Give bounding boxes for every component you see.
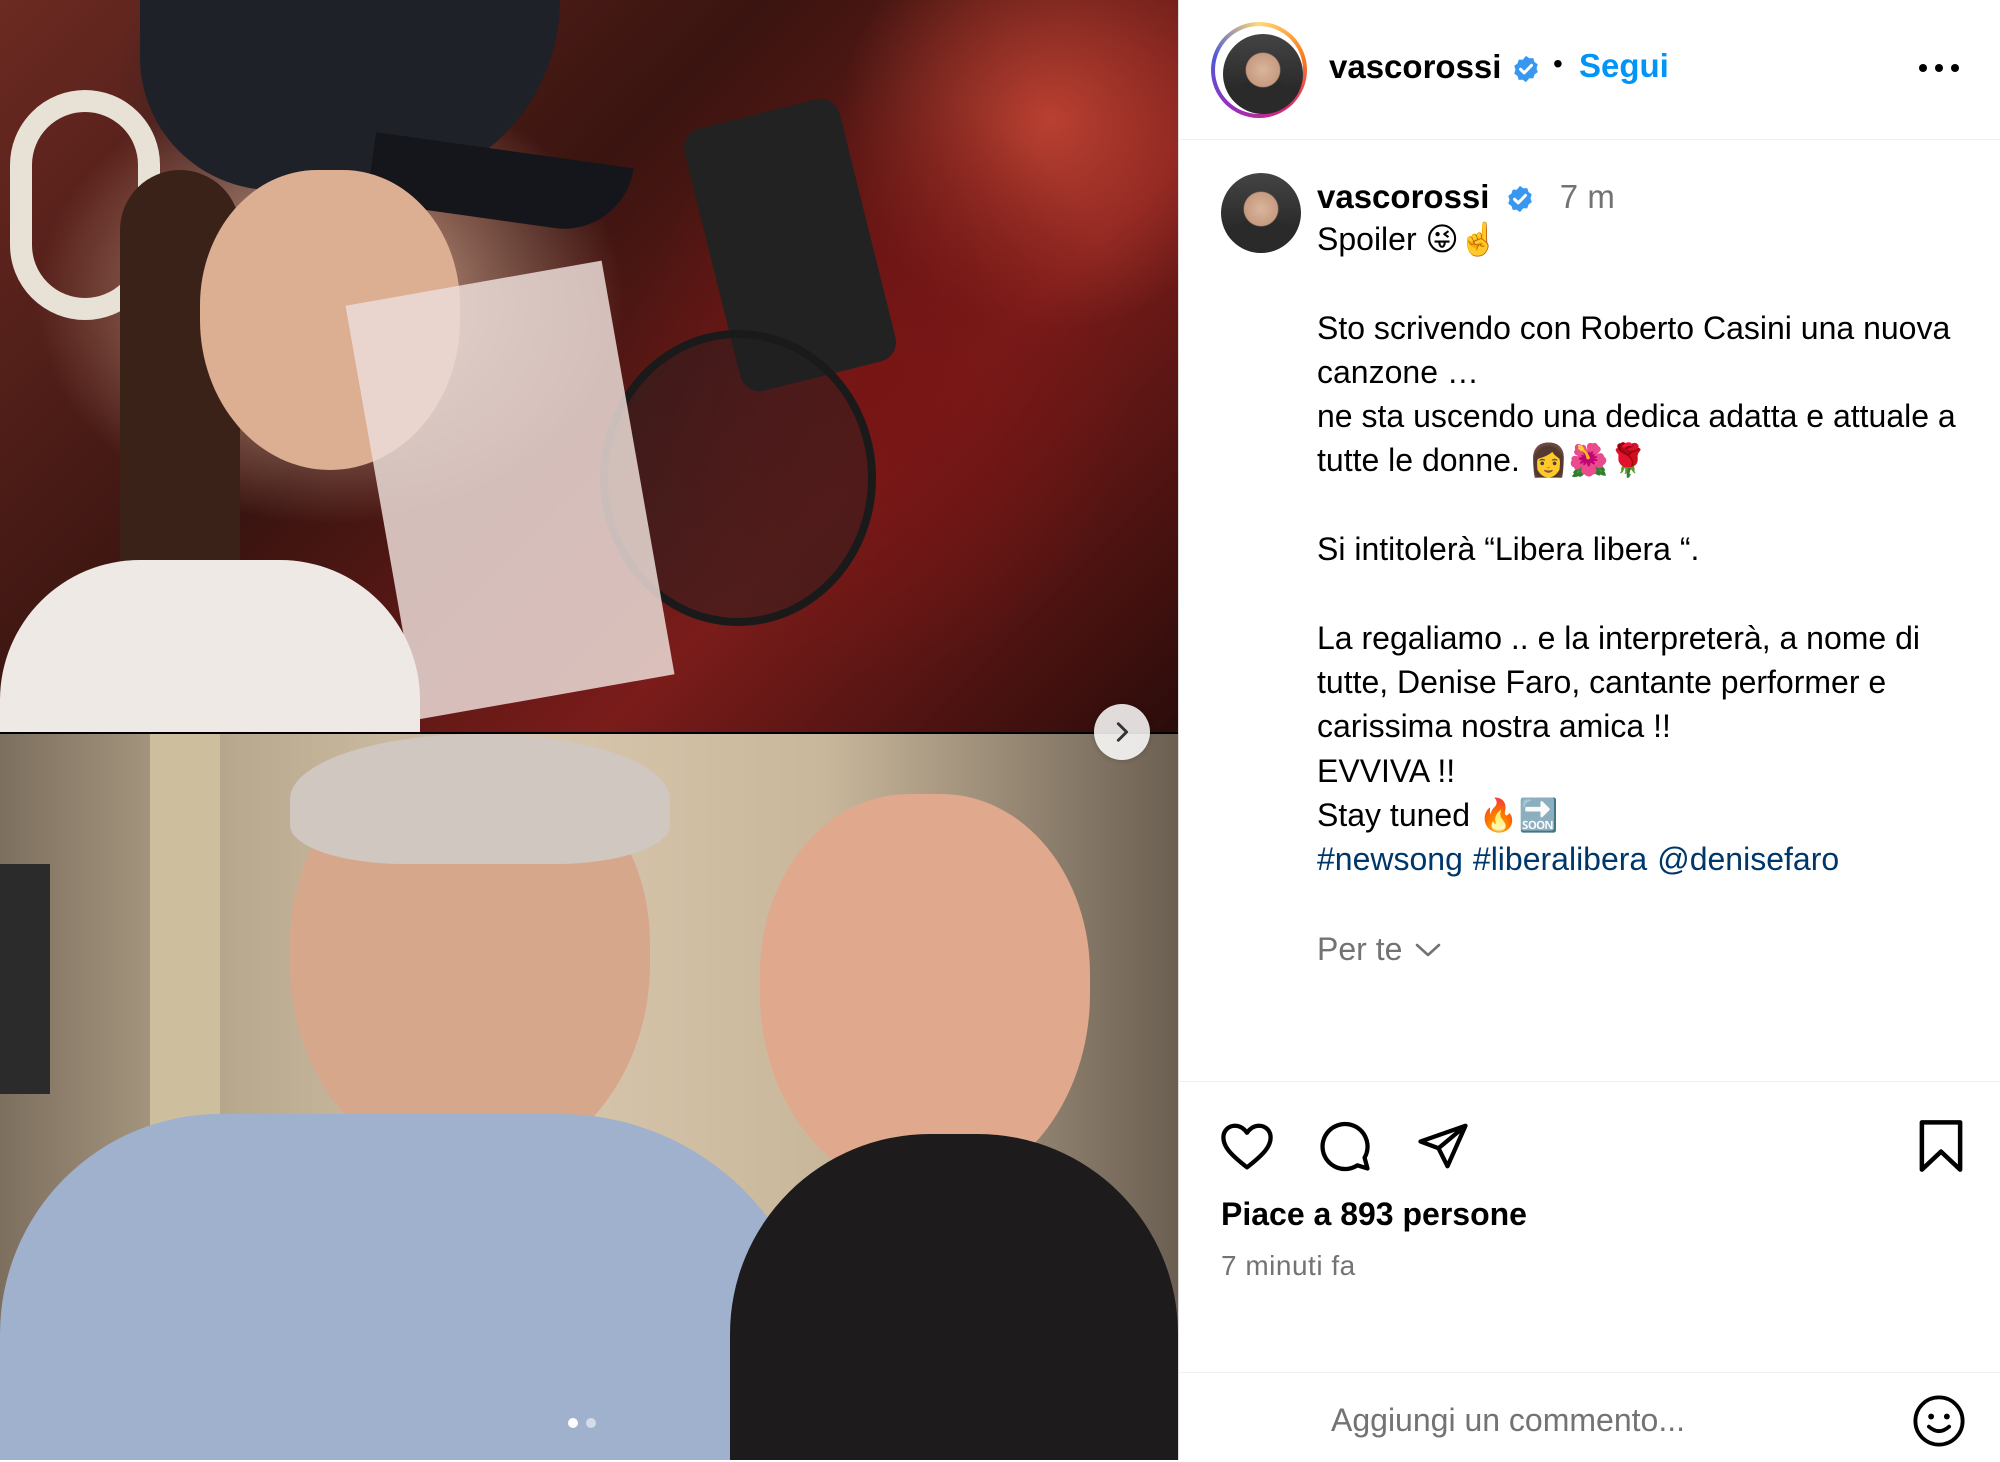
chevron-right-icon [1116, 722, 1129, 742]
story-ring[interactable] [1211, 22, 1307, 118]
see-translation-label: Per te [1317, 931, 1403, 967]
caption-section: vascorossi 7 m Spoiler 😜☝️ Sto scrivendo… [1179, 141, 2000, 1081]
heart-icon [1221, 1123, 1273, 1170]
verified-badge-icon [1513, 56, 1538, 83]
comment-icon [1320, 1121, 1370, 1172]
post-actions: Piace a 893 persone 7 minuti fa [1179, 1081, 2000, 1461]
carousel-next-button[interactable] [1094, 704, 1150, 760]
caption-text: Spoiler 😜☝️ Sto scrivendo con Roberto Ca… [1317, 221, 1956, 833]
caption-username[interactable]: vascorossi [1317, 178, 1489, 215]
like-button[interactable] [1219, 1118, 1275, 1174]
carousel-image-two-men-smiling [0, 734, 1178, 1460]
more-options-icon [1919, 64, 1959, 72]
follow-button[interactable]: Segui [1579, 47, 1669, 85]
like-count[interactable]: Piace a 893 persone [1221, 1196, 1527, 1233]
hashtag-liberalibera[interactable]: #liberalibera [1473, 841, 1647, 877]
carousel-image-studio-singer [0, 0, 1178, 732]
carousel-indicator [568, 1418, 596, 1428]
instagram-post: vascorossi • Segui vascorossi 7 m Spoile… [0, 0, 2000, 1460]
see-translation-toggle[interactable]: Per te [1317, 931, 1442, 968]
avatar[interactable] [1223, 34, 1303, 114]
emoji-button[interactable] [1911, 1393, 1967, 1449]
post-media-carousel[interactable] [0, 0, 1178, 1460]
carousel-dot [586, 1418, 596, 1428]
emoji-icon [1913, 1395, 1965, 1447]
carousel-dot-active [568, 1418, 578, 1428]
post-header: vascorossi • Segui [1179, 0, 2000, 140]
caption-tags: #newsong #liberalibera @denisefaro [1317, 837, 1967, 881]
more-options-button[interactable] [1909, 48, 1969, 88]
comment-button[interactable] [1317, 1118, 1373, 1174]
verified-badge-icon [1507, 186, 1532, 213]
post-sidebar: vascorossi • Segui vascorossi 7 m Spoile… [1178, 0, 2000, 1460]
header-username[interactable]: vascorossi [1329, 48, 1541, 86]
separator-dot: • [1553, 48, 1563, 79]
caption-body: vascorossi 7 m Spoiler 😜☝️ Sto scrivendo… [1317, 177, 1967, 881]
hashtag-newsong[interactable]: #newsong [1317, 841, 1463, 877]
caption-time[interactable]: 7 m [1560, 178, 1615, 215]
share-button[interactable] [1415, 1118, 1471, 1174]
action-icons [1219, 1118, 1969, 1178]
comment-bar [1179, 1372, 2000, 1462]
save-button[interactable] [1913, 1118, 1969, 1174]
bookmark-icon [1919, 1120, 1963, 1172]
caption-header: vascorossi 7 m [1317, 177, 1967, 217]
post-timestamp[interactable]: 7 minuti fa [1221, 1250, 1356, 1282]
caption-avatar[interactable] [1221, 173, 1301, 253]
comment-input[interactable] [1329, 1397, 1893, 1443]
share-icon [1418, 1123, 1468, 1169]
mention-denisefaro[interactable]: @denisefaro [1657, 841, 1839, 877]
chevron-down-icon [1416, 943, 1441, 956]
